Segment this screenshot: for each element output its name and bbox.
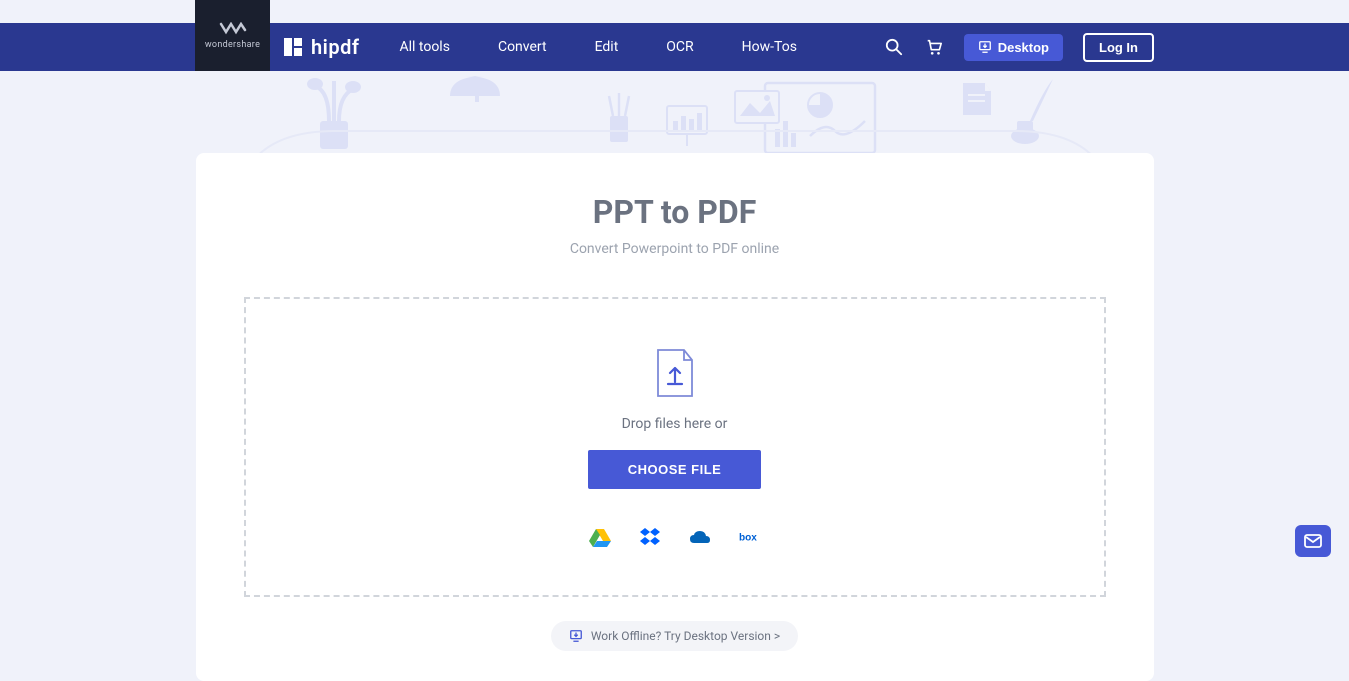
page-subtitle: Convert Powerpoint to PDF online: [244, 241, 1106, 257]
nav-howtos[interactable]: How-Tos: [742, 39, 797, 55]
desktop-button[interactable]: Desktop: [964, 34, 1063, 61]
mail-icon: [1304, 534, 1322, 548]
feedback-button[interactable]: [1295, 525, 1331, 557]
wondershare-icon: [219, 22, 247, 36]
nav-edit[interactable]: Edit: [595, 39, 619, 55]
nav-all-tools[interactable]: All tools: [399, 39, 449, 55]
drop-text: Drop files here or: [622, 416, 728, 432]
cart-icon[interactable]: [924, 37, 944, 57]
download-icon: [978, 40, 992, 54]
main-card: PPT to PDF Convert Powerpoint to PDF onl…: [196, 153, 1154, 681]
offline-pill[interactable]: Work Offline? Try Desktop Version >: [551, 621, 798, 651]
main-header: wondershare hipdf All tools Convert Edit…: [0, 23, 1349, 71]
file-upload-icon: [654, 348, 696, 398]
google-drive-icon[interactable]: [589, 527, 611, 547]
svg-text:box: box: [739, 532, 757, 543]
desktop-download-icon: [569, 629, 583, 643]
logo-text: hipdf: [311, 35, 359, 59]
wondershare-brand[interactable]: wondershare: [195, 0, 270, 71]
nav-ocr[interactable]: OCR: [666, 39, 693, 55]
choose-file-button[interactable]: CHOOSE FILE: [588, 450, 762, 489]
onedrive-icon[interactable]: [689, 527, 711, 547]
dropbox-icon[interactable]: [639, 527, 661, 547]
hipdf-logo-icon: [283, 37, 303, 57]
wondershare-label: wondershare: [205, 40, 260, 50]
hero-decoration: [0, 71, 1349, 153]
cloud-sources: box: [589, 527, 761, 547]
search-icon[interactable]: [884, 37, 904, 57]
logo[interactable]: hipdf: [283, 35, 359, 59]
main-nav: All tools Convert Edit OCR How-Tos: [399, 39, 796, 55]
drop-zone[interactable]: Drop files here or CHOOSE FILE box: [244, 297, 1106, 597]
nav-convert[interactable]: Convert: [498, 39, 547, 55]
box-icon[interactable]: box: [739, 527, 761, 547]
offline-text: Work Offline? Try Desktop Version >: [591, 629, 780, 643]
login-button[interactable]: Log In: [1083, 33, 1154, 62]
page-title: PPT to PDF: [244, 193, 1106, 231]
